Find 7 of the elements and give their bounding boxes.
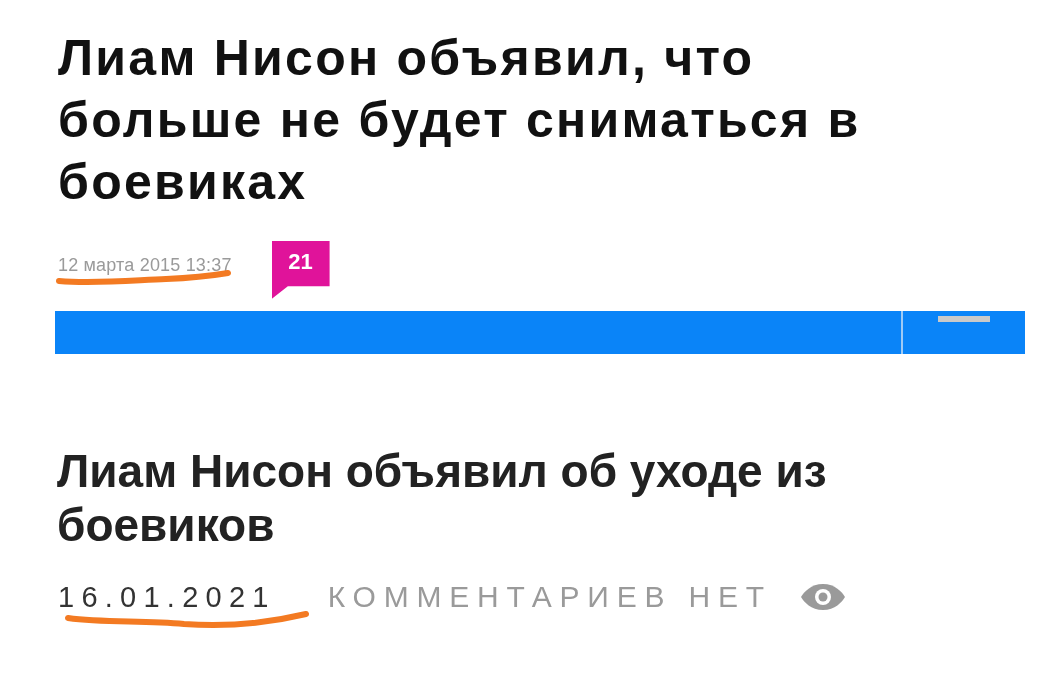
publish-date: 12 марта 2015 13:37 — [58, 255, 232, 275]
headline: Лиам Нисон объявил, что больше не будет сниматься в боевиках — [58, 29, 862, 212]
comment-count-badge[interactable]: 21 — [271, 241, 330, 299]
headline: Лиам Нисон объявил об уходе из боевиков — [57, 444, 828, 552]
comments-count[interactable]: КОММЕНТАРИЕВ НЕТ — [327, 580, 772, 614]
eye-icon[interactable] — [799, 583, 846, 611]
publish-date: 16.01.2021 — [58, 580, 276, 614]
